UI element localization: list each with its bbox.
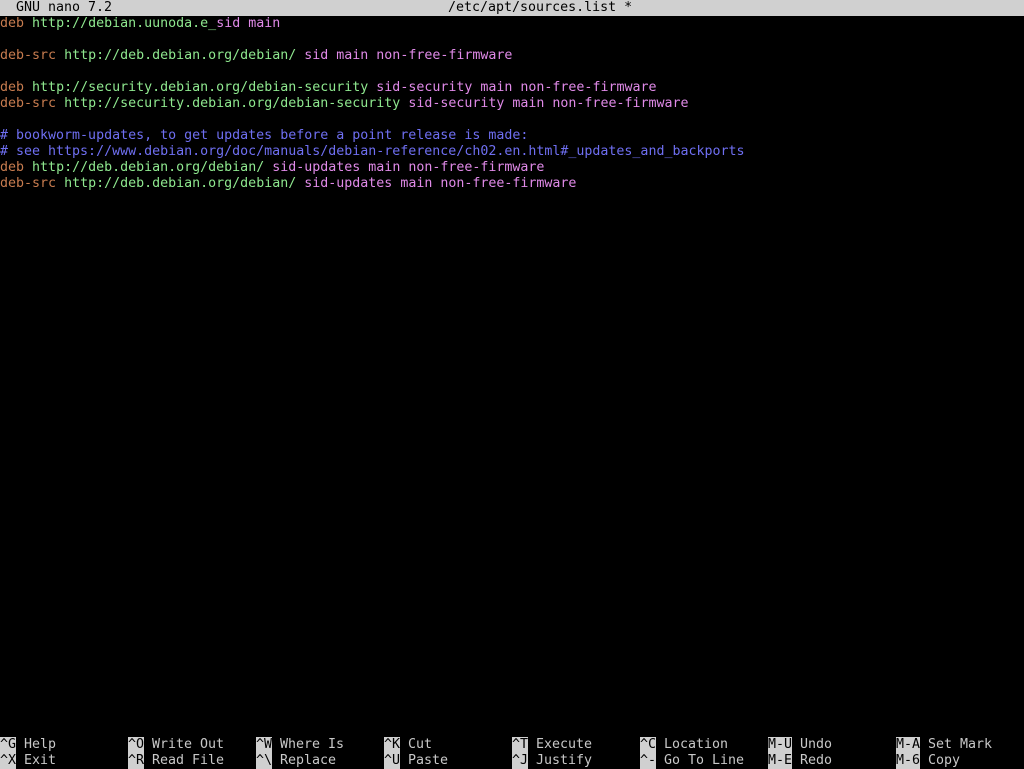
shortcut-label: Exit — [24, 753, 57, 768]
source-type: deb — [0, 80, 25, 95]
shortcut-undo[interactable]: M-U Undo — [768, 737, 832, 753]
source-url: http://security.debian.org/debian-securi… — [32, 80, 369, 95]
shortcut-label: Redo — [800, 753, 833, 768]
shortcut-key: ^\ — [256, 753, 273, 769]
shortcut-key: ^T — [512, 737, 529, 753]
shortcut-label: Where Is — [280, 737, 345, 752]
shortcut-go-to-line[interactable]: ^- Go To Line — [640, 753, 744, 769]
source-components: sid-updates main non-free-firmware — [272, 160, 545, 175]
shortcut-justify[interactable]: ^J Justify — [512, 753, 592, 769]
app-version: GNU nano 7.2 — [16, 0, 113, 15]
editor-line[interactable]: # see https://www.debian.org/doc/manuals… — [0, 144, 1024, 160]
shortcut-label: Set Mark — [928, 737, 993, 752]
shortcut-bar: ^G Help ^O Write Out ^W Where Is ^K Cut ^T Execut… — [0, 736, 1024, 769]
shortcut-label: Execute — [536, 737, 593, 752]
shortcut-key: M-A — [896, 737, 921, 753]
comment-text: # see https://www.debian.org/doc/manuals… — [0, 144, 745, 159]
editor-line[interactable]: deb http://deb.debian.org/debian/ sid-up… — [0, 160, 1024, 176]
shortcut-label: Go To Line — [664, 753, 745, 768]
editor-line[interactable] — [0, 32, 1024, 48]
shortcut-location[interactable]: ^C Location — [640, 737, 728, 753]
shortcut-set-mark[interactable]: M-A Set Mark — [896, 737, 992, 753]
comment-text: # bookworm-updates, to get updates befor… — [0, 128, 529, 143]
shortcut-read-file[interactable]: ^R Read File — [128, 753, 224, 769]
source-components: sid main — [216, 16, 281, 31]
source-url: http://debian.uunoda.e — [32, 16, 209, 31]
shortcut-label: Help — [24, 737, 57, 752]
shortcut-key: ^J — [512, 753, 529, 769]
shortcut-label: Location — [664, 737, 729, 752]
nano-title-bar: GNU nano 7.2 /etc/apt/sources.list * — [0, 0, 1024, 16]
shortcut-where-is[interactable]: ^W Where Is — [256, 737, 344, 753]
shortcut-key: M-E — [768, 753, 793, 769]
shortcut-key: M-U — [768, 737, 793, 753]
source-url: http://deb.debian.org/debian/ — [64, 48, 297, 63]
shortcut-write-out[interactable]: ^O Write Out — [128, 737, 224, 753]
editor-line[interactable]: deb-src http://security.debian.org/debia… — [0, 96, 1024, 112]
shortcut-key: ^X — [0, 753, 17, 769]
shortcut-replace[interactable]: ^\ Replace — [256, 753, 336, 769]
shortcut-key: ^W — [256, 737, 273, 753]
editor-line[interactable]: deb http://security.debian.org/debian-se… — [0, 80, 1024, 96]
source-type: deb-src — [0, 96, 57, 111]
shortcut-key: ^K — [384, 737, 401, 753]
shortcut-execute[interactable]: ^T Execute — [512, 737, 592, 753]
shortcut-label: Write Out — [152, 737, 225, 752]
shortcut-label: Copy — [928, 753, 961, 768]
shortcut-copy[interactable]: M-6 Copy — [896, 753, 960, 769]
source-components: sid-updates main non-free-firmware — [304, 176, 577, 191]
text-cursor: _ — [208, 16, 217, 31]
source-components: sid-security main non-free-firmware — [376, 80, 657, 95]
shortcut-label: Justify — [536, 753, 593, 768]
shortcut-label: Undo — [800, 737, 833, 752]
shortcut-key: ^U — [384, 753, 401, 769]
source-type: deb-src — [0, 48, 57, 63]
source-url: http://security.debian.org/debian-securi… — [64, 96, 401, 111]
editor-line[interactable] — [0, 64, 1024, 80]
source-type: deb-src — [0, 176, 57, 191]
shortcut-key: ^C — [640, 737, 657, 753]
shortcut-help[interactable]: ^G Help — [0, 737, 56, 753]
shortcut-label: Cut — [408, 737, 433, 752]
shortcut-key: ^- — [640, 753, 657, 769]
source-type: deb — [0, 16, 25, 31]
shortcut-redo[interactable]: M-E Redo — [768, 753, 832, 769]
file-name: /etc/apt/sources.list * — [448, 0, 633, 15]
shortcut-exit[interactable]: ^X Exit — [0, 753, 56, 769]
source-type: deb — [0, 160, 25, 175]
shortcut-key: ^R — [128, 753, 145, 769]
source-url: http://deb.debian.org/debian/ — [32, 160, 265, 175]
source-components: sid-security main non-free-firmware — [408, 96, 689, 111]
source-components: sid main non-free-firmware — [304, 48, 513, 63]
shortcut-label: Replace — [280, 753, 337, 768]
shortcut-label: Paste — [408, 753, 449, 768]
editor-buffer[interactable]: deb http://debian.uunoda.e_sid main deb-… — [0, 16, 1024, 736]
editor-line[interactable] — [0, 112, 1024, 128]
source-url: http://deb.debian.org/debian/ — [64, 176, 297, 191]
editor-line[interactable]: deb-src http://deb.debian.org/debian/ si… — [0, 176, 1024, 192]
editor-line[interactable]: # bookworm-updates, to get updates befor… — [0, 128, 1024, 144]
shortcut-key: M-6 — [896, 753, 921, 769]
shortcut-key: ^G — [0, 737, 17, 753]
shortcut-cut[interactable]: ^K Cut — [384, 737, 432, 753]
shortcut-paste[interactable]: ^U Paste — [384, 753, 448, 769]
editor-line[interactable]: deb-src http://deb.debian.org/debian/ si… — [0, 48, 1024, 64]
editor-line[interactable]: deb http://debian.uunoda.e_sid main — [0, 16, 1024, 32]
shortcut-key: ^O — [128, 737, 145, 753]
shortcut-label: Read File — [152, 753, 225, 768]
